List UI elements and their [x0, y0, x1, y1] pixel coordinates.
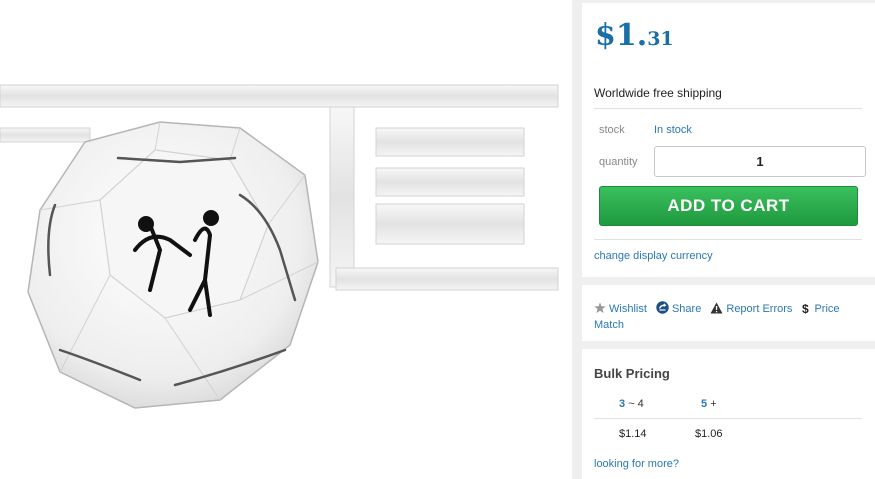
report-errors-label: Report Errors	[726, 303, 793, 315]
price-currency: $	[595, 18, 616, 53]
bulk-tier-range: 3 ~ 4	[619, 398, 644, 410]
add-to-cart-button[interactable]: ADD TO CART	[599, 186, 858, 226]
divider	[594, 239, 862, 240]
svg-text:$: $	[802, 302, 809, 314]
quantity-label: quantity	[599, 156, 638, 168]
bulk-tier-range: 5 +	[701, 398, 717, 410]
stock-status: In stock	[654, 124, 692, 136]
bulk-tier-price: $1.06	[695, 428, 723, 440]
dollar-icon: $	[801, 302, 811, 318]
price-panel: $1.31 Worldwide free shipping stock In s…	[582, 3, 875, 277]
bulk-tier-qty: 3	[619, 398, 626, 410]
stock-label: stock	[599, 124, 625, 136]
star-icon	[594, 302, 606, 318]
share-label: Share	[671, 303, 702, 315]
price-main: 1.	[615, 18, 648, 53]
shipping-info: Worldwide free shipping	[594, 86, 722, 100]
bulk-tier-qty: 5	[701, 398, 708, 410]
bulk-pricing-panel: Bulk Pricing 3 ~ 4 5 + $1.14 $1.06 looki…	[582, 349, 875, 479]
quantity-input[interactable]	[654, 146, 866, 177]
dice-photo	[0, 84, 559, 409]
wishlist-link[interactable]: Wishlist	[594, 302, 650, 318]
change-currency-link[interactable]: change display currency	[594, 250, 713, 262]
product-image[interactable]	[0, 0, 572, 479]
bulk-tier-price: $1.14	[619, 428, 647, 440]
divider	[594, 108, 862, 109]
bulk-pricing-title: Bulk Pricing	[594, 366, 670, 381]
wishlist-label: Wishlist	[609, 303, 647, 315]
bulk-tier-suffix: ~ 4	[628, 398, 644, 410]
report-errors-link[interactable]: Report Errors	[710, 302, 795, 318]
looking-for-more-link[interactable]: looking for more?	[594, 458, 679, 470]
divider	[594, 418, 862, 419]
product-actions: Wishlist Share Report Errors $ Price Mat…	[582, 285, 875, 341]
bulk-tier-suffix: +	[710, 398, 717, 410]
share-link[interactable]: Share	[656, 301, 704, 318]
price-cents: 31	[647, 28, 674, 50]
product-price: $1.31	[595, 21, 674, 51]
share-icon	[656, 301, 669, 318]
warning-icon	[710, 302, 723, 318]
